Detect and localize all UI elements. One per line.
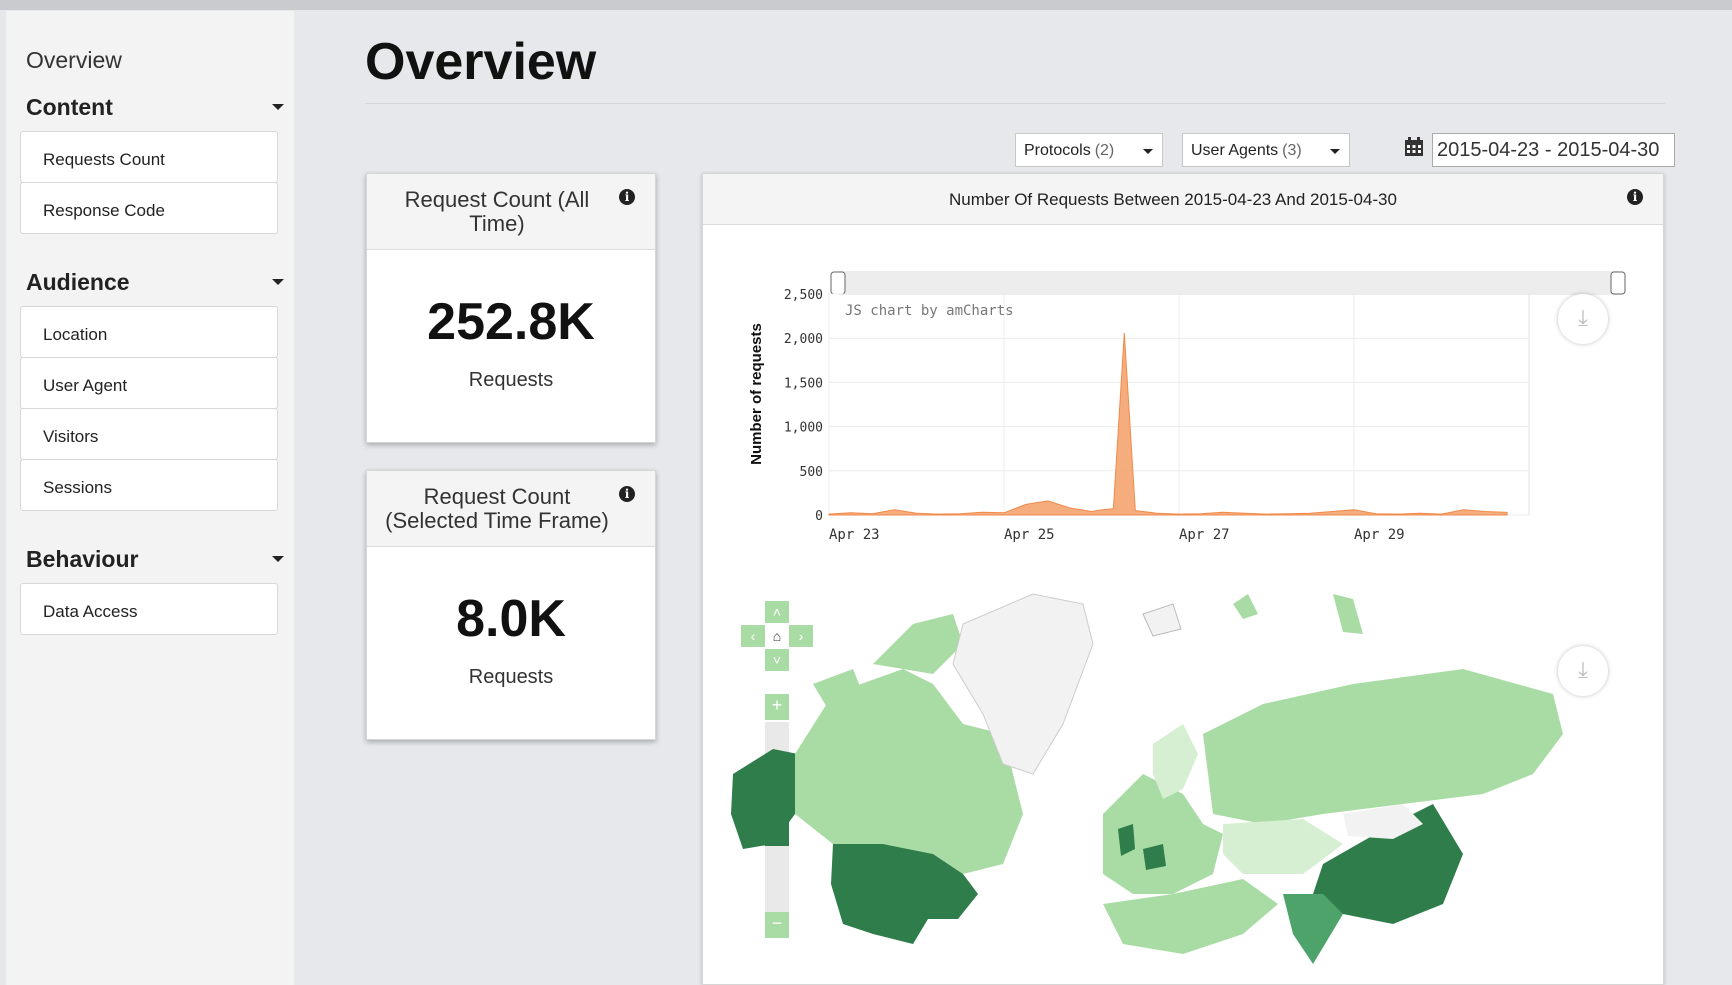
sidebar-section-title: Behaviour bbox=[26, 546, 139, 572]
card-title: Request Count (All Time) bbox=[404, 187, 590, 236]
y-tick-label: 2,500 bbox=[784, 288, 823, 303]
sidebar-section-content[interactable]: Content bbox=[26, 94, 284, 121]
map-region-svalbard[interactable] bbox=[1142, 603, 1182, 637]
sidebar-overview-link[interactable]: Overview bbox=[26, 47, 122, 74]
info-icon[interactable]: i bbox=[619, 189, 635, 205]
info-icon[interactable]: i bbox=[1627, 189, 1643, 205]
date-range-input[interactable]: 2015-04-23 - 2015-04-30 bbox=[1432, 133, 1675, 167]
card-label: Requests bbox=[468, 369, 554, 391]
map-region-arctic-russia[interactable] bbox=[1333, 594, 1363, 634]
card-title: Request Count (Selected Time Frame) bbox=[385, 484, 609, 533]
protocols-dropdown[interactable]: Protocols (2) bbox=[1015, 133, 1163, 167]
top-border bbox=[0, 0, 1732, 10]
card-value: 8.0K bbox=[456, 590, 566, 648]
world-choropleth-map bbox=[731, 593, 1563, 964]
chevron-down-icon bbox=[1330, 149, 1340, 154]
sidebar: Overview Content Requests Count Response… bbox=[6, 11, 294, 985]
chart-title: Number Of Requests Between 2015-04-23 An… bbox=[949, 190, 1397, 209]
sidebar-item-user-agent[interactable]: User Agent bbox=[20, 357, 278, 409]
caret-down-icon bbox=[272, 556, 284, 562]
chart-credit: JS chart by amCharts bbox=[845, 303, 1014, 319]
protocols-count: (2) bbox=[1094, 142, 1115, 159]
card-header: Request Count (All Time) i bbox=[367, 174, 655, 250]
x-tick-label: Apr 29 bbox=[1354, 527, 1405, 543]
scrollbar-right-handle[interactable] bbox=[1610, 271, 1626, 295]
sidebar-section-title: Audience bbox=[26, 269, 130, 295]
sidebar-item-visitors[interactable]: Visitors bbox=[20, 408, 278, 460]
card-value: 252.8K bbox=[427, 293, 595, 351]
user-agents-count: (3) bbox=[1282, 142, 1302, 159]
user-agents-dropdown[interactable]: User Agents (3) bbox=[1182, 133, 1350, 167]
sidebar-item-location[interactable]: Location bbox=[20, 306, 278, 358]
map-region-scandinavia[interactable] bbox=[1153, 724, 1198, 799]
sidebar-section-title: Content bbox=[26, 94, 113, 120]
y-axis-label: Number of requests bbox=[748, 323, 765, 465]
y-tick-label: 1,500 bbox=[784, 376, 823, 391]
y-tick-label: 1,000 bbox=[784, 421, 823, 436]
y-tick-label: 500 bbox=[800, 465, 823, 480]
sidebar-item-data-access[interactable]: Data Access bbox=[20, 583, 278, 635]
map-region-russia[interactable] bbox=[1203, 669, 1563, 824]
sidebar-item-response-code[interactable]: Response Code bbox=[20, 182, 278, 234]
map-region-alaska[interactable] bbox=[731, 749, 798, 849]
sidebar-section-audience[interactable]: Audience bbox=[26, 269, 284, 296]
caret-down-icon bbox=[272, 279, 284, 285]
sidebar-section-behaviour[interactable]: Behaviour bbox=[26, 546, 284, 573]
x-tick-label: Apr 25 bbox=[1004, 527, 1055, 543]
panel-header: Number Of Requests Between 2015-04-23 An… bbox=[703, 174, 1663, 225]
x-tick-label: Apr 23 bbox=[829, 527, 880, 543]
card-label: Requests bbox=[468, 666, 554, 688]
page-title: Overview bbox=[365, 33, 597, 91]
requests-area-chart: 0 500 1,000 1,500 2,000 2,500 Apr 23 Apr 25 Apr… bbox=[748, 271, 1626, 543]
protocols-label: Protocols bbox=[1024, 142, 1091, 159]
title-divider bbox=[365, 103, 1665, 104]
request-count-selected-card: Request Count (Selected Time Frame) i 8.… bbox=[366, 470, 656, 740]
request-count-all-time-card: Request Count (All Time) i 252.8K Reques… bbox=[366, 173, 656, 443]
sidebar-item-requests-count[interactable]: Requests Count bbox=[20, 131, 278, 183]
requests-series-area bbox=[828, 332, 1508, 516]
map-region-novaya-zemlya[interactable] bbox=[1233, 594, 1258, 619]
caret-down-icon bbox=[272, 104, 284, 110]
calendar-icon[interactable] bbox=[1404, 137, 1424, 157]
download-icon[interactable]: ⤓ bbox=[1558, 294, 1608, 344]
chevron-down-icon bbox=[1143, 149, 1153, 154]
map-region-arctic[interactable] bbox=[873, 614, 963, 674]
user-agents-label: User Agents bbox=[1191, 142, 1279, 159]
scrollbar-left-handle[interactable] bbox=[830, 271, 846, 295]
requests-chart-panel: Number Of Requests Between 2015-04-23 An… bbox=[702, 173, 1664, 985]
y-tick-label: 0 bbox=[815, 509, 823, 524]
info-icon[interactable]: i bbox=[619, 486, 635, 502]
y-tick-label: 2,000 bbox=[784, 332, 823, 347]
card-header: Request Count (Selected Time Frame) i bbox=[367, 471, 655, 547]
sidebar-item-sessions[interactable]: Sessions bbox=[20, 459, 278, 511]
x-tick-label: Apr 27 bbox=[1179, 527, 1230, 543]
chart-scrollbar[interactable] bbox=[839, 271, 1619, 295]
